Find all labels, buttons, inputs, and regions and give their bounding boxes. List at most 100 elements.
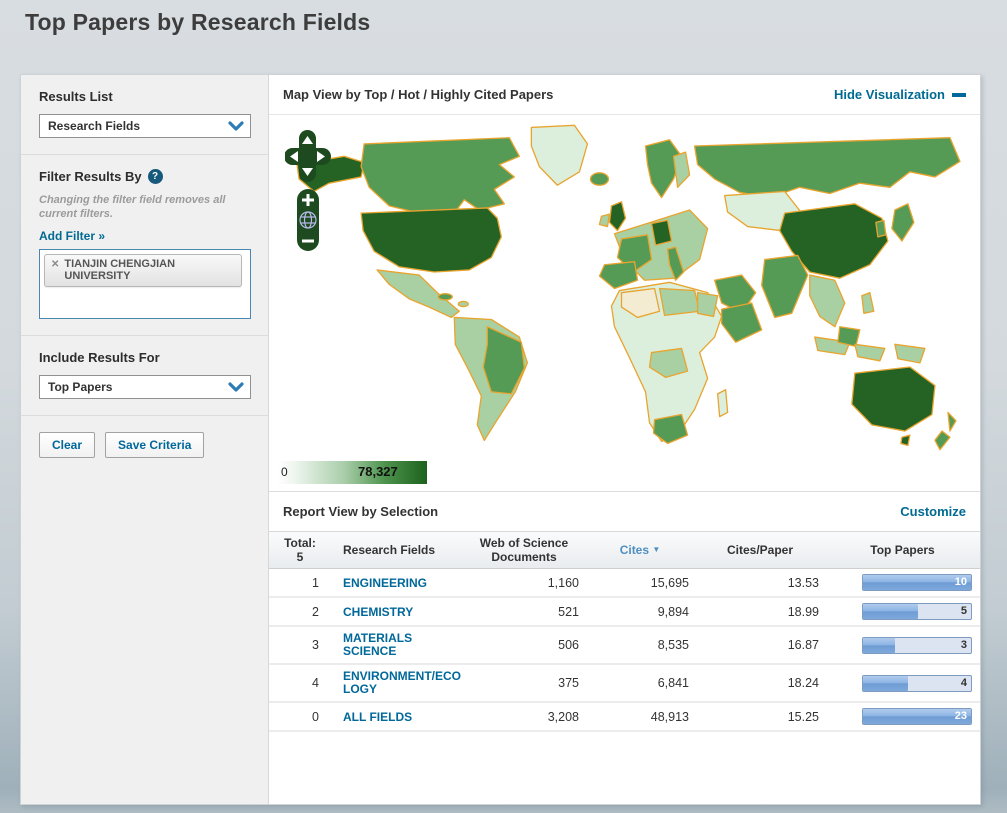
results-list-dropdown[interactable]: Research Fields bbox=[39, 114, 251, 138]
map-region-oceania[interactable] bbox=[851, 366, 957, 451]
row-docs: 506 bbox=[558, 638, 579, 652]
report-view-header: Report View by Selection Customize bbox=[269, 491, 980, 531]
include-results-dropdown[interactable]: Top Papers bbox=[39, 375, 251, 399]
research-field-link[interactable]: ENVIRONMENT/ECOLOGY bbox=[343, 670, 461, 696]
row-cites: 6,841 bbox=[657, 676, 689, 690]
map-region-europe[interactable] bbox=[589, 139, 709, 290]
report-view-title: Report View by Selection bbox=[283, 504, 439, 519]
research-field-link[interactable]: ALL FIELDS bbox=[343, 710, 412, 724]
map-area bbox=[269, 115, 980, 461]
row-docs: 1,160 bbox=[547, 575, 579, 590]
column-header-cites[interactable]: Cites ▼ bbox=[585, 539, 695, 561]
top-papers-bar-fill bbox=[863, 604, 919, 619]
row-cites: 15,695 bbox=[650, 575, 689, 590]
top-papers-value: 5 bbox=[960, 605, 967, 617]
row-field: ENVIRONMENT/ECOLOGY bbox=[331, 665, 463, 701]
active-filters-box[interactable]: ✕ TIANJIN CHENGJIAN UNIVERSITY bbox=[39, 249, 251, 319]
minus-icon bbox=[952, 92, 966, 97]
include-results-section: Include Results For Top Papers bbox=[21, 336, 268, 416]
column-header-research-fields[interactable]: Research Fields bbox=[331, 539, 463, 561]
world-choropleth-map[interactable] bbox=[269, 115, 980, 461]
hide-visualization-link[interactable]: Hide Visualization bbox=[834, 87, 966, 102]
sidebar: Results List Research Fields Filter Resu… bbox=[21, 75, 269, 804]
map-legend: 0 78,327 bbox=[269, 461, 980, 491]
top-papers-bar-fill bbox=[863, 675, 909, 691]
legend-min-value: 0 bbox=[281, 465, 288, 479]
row-rank: 1 bbox=[312, 575, 319, 590]
top-papers-value: 23 bbox=[954, 710, 967, 722]
row-top-papers: 10 bbox=[825, 569, 980, 596]
page-title: Top Papers by Research Fields bbox=[25, 9, 371, 35]
filter-note: Changing the filter field removes all cu… bbox=[39, 194, 226, 220]
map-view-header: Map View by Top / Hot / Highly Cited Pap… bbox=[269, 75, 980, 115]
map-region-africa[interactable] bbox=[610, 281, 729, 445]
row-cites: 8,535 bbox=[657, 638, 689, 652]
row-rank: 3 bbox=[312, 638, 319, 652]
map-view-title: Map View by Top / Hot / Highly Cited Pap… bbox=[283, 87, 554, 102]
table-filler bbox=[269, 732, 980, 804]
filter-tag-label: TIANJIN CHENGJIAN UNIVERSITY bbox=[64, 258, 176, 282]
row-top-papers: 4 bbox=[825, 670, 980, 697]
legend-gradient-bar: 0 78,327 bbox=[277, 461, 427, 484]
include-results-dropdown-value: Top Papers bbox=[48, 380, 113, 394]
top-papers-bar: 3 bbox=[862, 636, 972, 654]
research-field-link[interactable]: CHEMISTRY bbox=[343, 605, 413, 619]
legend-max-value: 78,327 bbox=[358, 464, 398, 479]
map-region-asia[interactable] bbox=[693, 137, 961, 364]
row-cites: 9,894 bbox=[657, 604, 689, 619]
top-papers-bar: 5 bbox=[862, 603, 972, 620]
row-docs: 521 bbox=[558, 604, 579, 619]
column-header-wos-documents[interactable]: Web of Science Documents bbox=[463, 532, 585, 568]
row-field: ENGINEERING bbox=[331, 571, 463, 595]
table-row: 2 CHEMISTRY 521 9,894 18.99 5 bbox=[269, 598, 980, 627]
row-field: CHEMISTRY bbox=[331, 600, 463, 624]
results-list-dropdown-value: Research Fields bbox=[48, 119, 141, 133]
row-rank: 0 bbox=[312, 709, 319, 724]
row-cites-per-paper: 16.87 bbox=[787, 638, 819, 652]
table-row: 0 ALL FIELDS 3,208 48,913 15.25 23 bbox=[269, 703, 980, 732]
add-filter-link[interactable]: Add Filter » bbox=[39, 229, 105, 243]
row-top-papers: 3 bbox=[825, 632, 980, 659]
zoom-control[interactable] bbox=[297, 189, 319, 251]
column-header-cites-per-paper[interactable]: Cites/Paper bbox=[695, 539, 825, 561]
map-navigation-controls[interactable] bbox=[285, 129, 331, 255]
chevron-down-icon bbox=[228, 382, 244, 392]
top-papers-value: 4 bbox=[960, 676, 967, 689]
row-field: MATERIALS SCIENCE bbox=[331, 627, 463, 663]
row-top-papers: 23 bbox=[825, 703, 980, 730]
research-field-link[interactable]: ENGINEERING bbox=[343, 576, 427, 590]
column-header-top-papers[interactable]: Top Papers bbox=[825, 539, 980, 561]
table-row: 1 ENGINEERING 1,160 15,695 13.53 10 bbox=[269, 569, 980, 598]
table-row: 4 ENVIRONMENT/ECOLOGY 375 6,841 18.24 4 bbox=[269, 665, 980, 703]
report-table-header: Total: 5 Research Fields Web of Science … bbox=[269, 531, 980, 569]
research-field-link[interactable]: MATERIALS SCIENCE bbox=[343, 632, 461, 658]
content-panel: Results List Research Fields Filter Resu… bbox=[20, 74, 981, 805]
row-rank: 2 bbox=[312, 604, 319, 619]
row-field: ALL FIELDS bbox=[331, 705, 463, 729]
table-row: 3 MATERIALS SCIENCE 506 8,535 16.87 3 bbox=[269, 627, 980, 665]
column-header-total: Total: 5 bbox=[284, 536, 316, 564]
row-cites: 48,913 bbox=[650, 709, 689, 724]
map-region-north-america[interactable] bbox=[296, 124, 589, 319]
row-docs: 375 bbox=[558, 676, 579, 690]
row-top-papers: 5 bbox=[825, 598, 980, 625]
top-papers-bar: 4 bbox=[862, 674, 972, 692]
top-papers-value: 3 bbox=[960, 638, 967, 651]
sort-caret-down-icon: ▼ bbox=[652, 545, 661, 554]
filter-heading-label: Filter Results By bbox=[39, 169, 142, 184]
top-papers-bar: 23 bbox=[862, 708, 972, 725]
pan-control[interactable] bbox=[285, 130, 331, 182]
clear-button[interactable]: Clear bbox=[39, 432, 96, 458]
save-criteria-button[interactable]: Save Criteria bbox=[105, 432, 205, 458]
customize-link[interactable]: Customize bbox=[900, 504, 966, 519]
top-papers-bar-fill bbox=[863, 637, 896, 653]
help-icon[interactable]: ? bbox=[147, 169, 163, 184]
map-region-south-america[interactable] bbox=[453, 316, 529, 442]
sidebar-actions: Clear Save Criteria bbox=[21, 416, 268, 474]
remove-filter-icon[interactable]: ✕ bbox=[51, 258, 59, 271]
filter-section: Filter Results By ? Changing the filter … bbox=[21, 155, 268, 336]
main-area: Map View by Top / Hot / Highly Cited Pap… bbox=[269, 75, 980, 804]
row-cites-per-paper: 13.53 bbox=[787, 575, 819, 590]
row-cites-per-paper: 18.99 bbox=[787, 604, 819, 619]
row-cites-per-paper: 18.24 bbox=[787, 676, 819, 690]
